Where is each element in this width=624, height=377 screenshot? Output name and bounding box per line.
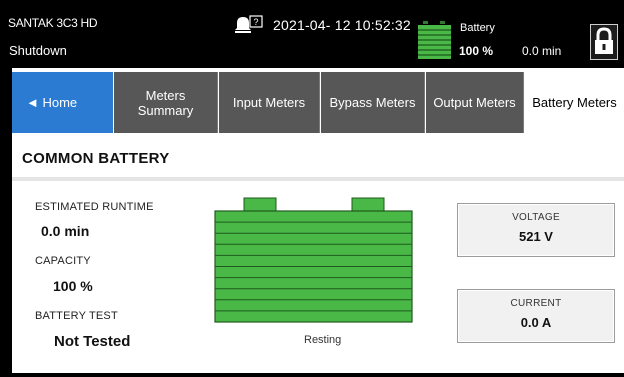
current-value: 0.0 A	[520, 315, 552, 330]
lock-button[interactable]	[590, 24, 618, 60]
tab-label: Input Meters	[232, 95, 306, 110]
bottom-frame	[12, 373, 624, 377]
svg-text:?: ?	[253, 17, 258, 27]
ups-status: Shutdown	[9, 43, 67, 58]
battery-percent: 100 %	[459, 44, 494, 58]
voltage-label: VOLTAGE	[512, 212, 560, 223]
voltage-meter: VOLTAGE 521 V	[457, 203, 615, 257]
status-bar: SANTAK 3C3 HD Shutdown ? 2021-04- 12 10:…	[0, 0, 624, 68]
battery-icon	[418, 21, 451, 59]
padlock-icon	[595, 27, 613, 54]
capacity-label: CAPACITY	[35, 255, 91, 267]
estimated-runtime-label: ESTIMATED RUNTIME	[35, 201, 154, 213]
battery-level-graphic	[214, 197, 413, 323]
tab-label: ◄ Home	[26, 95, 78, 110]
estimated-runtime-value: 0.0 min	[41, 223, 90, 239]
date-time: 2021-04- 12 10:52:32	[273, 17, 411, 33]
battery-test-value: Not Tested	[54, 333, 131, 350]
left-frame	[0, 68, 12, 377]
battery-runtime: 0.0 min	[522, 44, 562, 58]
tab-label: Bypass Meters	[329, 95, 416, 110]
tab-meters-summary[interactable]: Meters Summary	[114, 72, 218, 133]
battery-label: Battery	[460, 22, 495, 34]
battery-state: Resting	[304, 334, 342, 346]
section-header: COMMON BATTERY	[12, 133, 624, 181]
capacity-value: 100 %	[53, 278, 93, 294]
voltage-value: 521 V	[519, 229, 553, 244]
tab-label: Meters Summary	[137, 87, 194, 118]
section-title: COMMON BATTERY	[22, 150, 170, 167]
tab-battery-meters[interactable]: Battery Meters	[525, 72, 624, 133]
tab-output-meters[interactable]: Output Meters	[426, 72, 524, 133]
alarm-help-icon[interactable]: ?	[234, 15, 264, 35]
ups-model: SANTAK 3C3 HD	[8, 16, 98, 30]
tab-input-meters[interactable]: Input Meters	[219, 72, 320, 133]
battery-test-label: BATTERY TEST	[35, 310, 118, 322]
tab-home[interactable]: ◄ Home	[12, 72, 113, 133]
tab-bypass-meters[interactable]: Bypass Meters	[321, 72, 425, 133]
tab-label: Output Meters	[433, 95, 516, 110]
current-meter: CURRENT 0.0 A	[457, 289, 615, 343]
current-label: CURRENT	[510, 298, 562, 309]
battery-panel: ESTIMATED RUNTIME 0.0 min CAPACITY 100 %…	[12, 181, 624, 377]
tab-label: Battery Meters	[532, 95, 617, 110]
